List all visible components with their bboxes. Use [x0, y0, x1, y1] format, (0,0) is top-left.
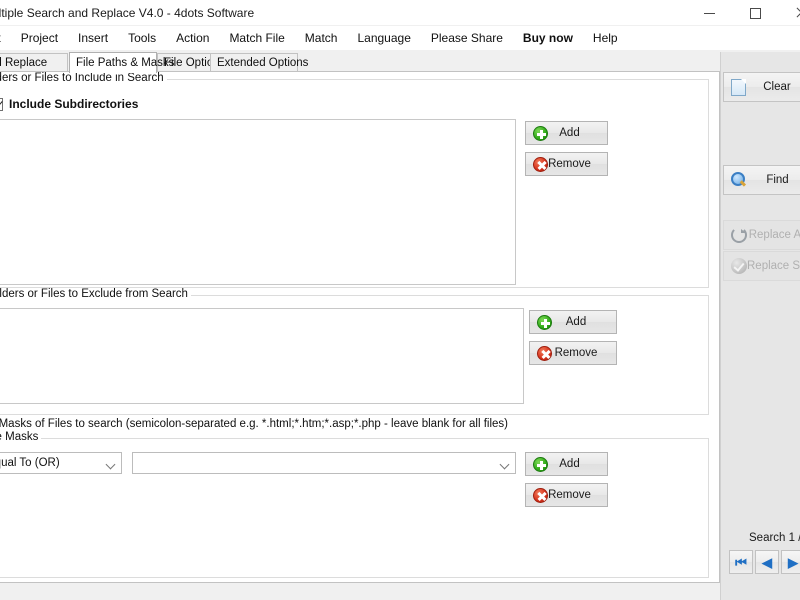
document-icon	[731, 78, 746, 96]
menu-item-buy-now[interactable]: Buy now	[513, 27, 583, 49]
include-subdirectories-checkbox-row[interactable]: Include Subdirectories	[0, 97, 138, 111]
include-add-button[interactable]: Add	[525, 121, 608, 145]
chevron-down-icon	[501, 461, 508, 468]
cross-circle-icon	[533, 487, 548, 503]
tab-strip: h and Replace File Paths & Masks File Op…	[0, 52, 720, 73]
nav-first-button[interactable]: ⏮	[729, 550, 753, 574]
tab-search-and-replace[interactable]: h and Replace	[0, 53, 68, 72]
refresh-icon	[731, 227, 747, 243]
exclude-remove-label: Remove	[554, 347, 598, 359]
maximize-button[interactable]	[732, 0, 778, 26]
group-include-label: lders or Files to Include in Search	[0, 72, 167, 84]
menu-item-insert[interactable]: Insert	[68, 27, 118, 49]
plus-circle-icon	[533, 125, 548, 141]
mask-add-button[interactable]: Add	[525, 452, 608, 476]
title-bar: ultiple Search and Replace V4.0 - 4dots …	[0, 0, 800, 26]
tab-extended-options[interactable]: Extended Options	[210, 53, 308, 72]
search-status-text: Search 1 / 1	[749, 532, 800, 544]
group-file-masks: le Masks Equal To (OR) Add Remove	[0, 431, 709, 578]
exclude-add-button[interactable]: Add	[529, 310, 617, 334]
exclude-paths-listbox[interactable]	[0, 308, 524, 404]
include-subdirectories-checkbox[interactable]	[0, 97, 3, 111]
group-exclude-from-search: olders or Files to Exclude from Search A…	[0, 288, 709, 415]
find-button[interactable]: Find	[723, 165, 800, 195]
search-icon	[731, 172, 747, 188]
maximize-icon	[749, 7, 761, 19]
menu-item-language[interactable]: Language	[347, 27, 420, 49]
tab-page-file-paths-and-masks: lders or Files to Include in Search Incl…	[0, 71, 720, 583]
include-remove-label: Remove	[548, 158, 591, 170]
chevron-down-icon	[107, 461, 114, 468]
nav-next-button[interactable]: ▶	[781, 550, 800, 574]
first-page-icon: ⏮	[735, 554, 747, 570]
menu-item-match-file[interactable]: Match File	[219, 27, 294, 49]
previous-icon: ◀	[762, 554, 772, 570]
close-icon	[795, 7, 800, 19]
next-icon: ▶	[788, 554, 798, 570]
close-button[interactable]	[778, 0, 800, 26]
menu-item-edit[interactable]: Edit	[0, 27, 11, 49]
replace-all-label: Replace All	[748, 229, 800, 241]
menu-item-tools[interactable]: Tools	[118, 27, 166, 49]
check-circle-icon	[731, 258, 747, 274]
minimize-icon	[703, 12, 715, 14]
menu-item-match[interactable]: Match	[295, 27, 348, 49]
exclude-add-label: Add	[565, 316, 587, 328]
clear-label: Clear	[763, 81, 791, 93]
mask-value-combo[interactable]	[132, 452, 516, 474]
window-controls	[686, 0, 800, 26]
find-label: Find	[766, 174, 789, 186]
menu-item-please-share[interactable]: Please Share	[421, 27, 513, 49]
action-sidebar: Clear Find Replace All Replace Selec Sea…	[720, 52, 800, 600]
clear-button[interactable]: Clear	[723, 72, 800, 102]
include-remove-button[interactable]: Remove	[525, 152, 608, 176]
group-exclude-label: olders or Files to Exclude from Search	[0, 288, 191, 300]
mask-operator-combo[interactable]: Equal To (OR)	[0, 452, 122, 474]
cross-circle-icon	[533, 156, 548, 172]
cross-circle-icon	[537, 345, 552, 361]
application-window: ultiple Search and Replace V4.0 - 4dots …	[0, 0, 800, 600]
group-include-in-search: lders or Files to Include in Search Incl…	[0, 72, 709, 288]
plus-circle-icon	[533, 456, 548, 472]
include-paths-listbox[interactable]	[0, 119, 516, 285]
nav-previous-button[interactable]: ◀	[755, 550, 779, 574]
window-title: ultiple Search and Replace V4.0 - 4dots …	[0, 6, 255, 20]
menu-item-project[interactable]: Project	[11, 27, 68, 49]
mask-add-label: Add	[559, 458, 580, 470]
exclude-remove-button[interactable]: Remove	[529, 341, 617, 365]
mask-operator-value: Equal To (OR)	[0, 457, 60, 469]
plus-circle-icon	[537, 314, 552, 330]
menu-item-help[interactable]: Help	[583, 27, 628, 49]
menu-bar: Edit Project Insert Tools Action Match F…	[0, 26, 800, 50]
replace-all-button[interactable]: Replace All	[723, 220, 800, 250]
include-add-label: Add	[559, 127, 580, 139]
mask-remove-label: Remove	[548, 489, 591, 501]
tab-file-paths-and-masks[interactable]: File Paths & Masks	[69, 52, 174, 73]
mask-remove-button[interactable]: Remove	[525, 483, 608, 507]
file-masks-hint: e Masks of Files to search (semicolon-se…	[0, 418, 509, 430]
menu-item-action[interactable]: Action	[166, 27, 219, 49]
replace-selected-button[interactable]: Replace Selec	[723, 251, 800, 281]
replace-selected-label: Replace Selec	[747, 260, 800, 272]
group-file-masks-label: le Masks	[0, 431, 42, 443]
minimize-button[interactable]	[686, 0, 732, 26]
include-subdirectories-label: Include Subdirectories	[9, 97, 139, 111]
